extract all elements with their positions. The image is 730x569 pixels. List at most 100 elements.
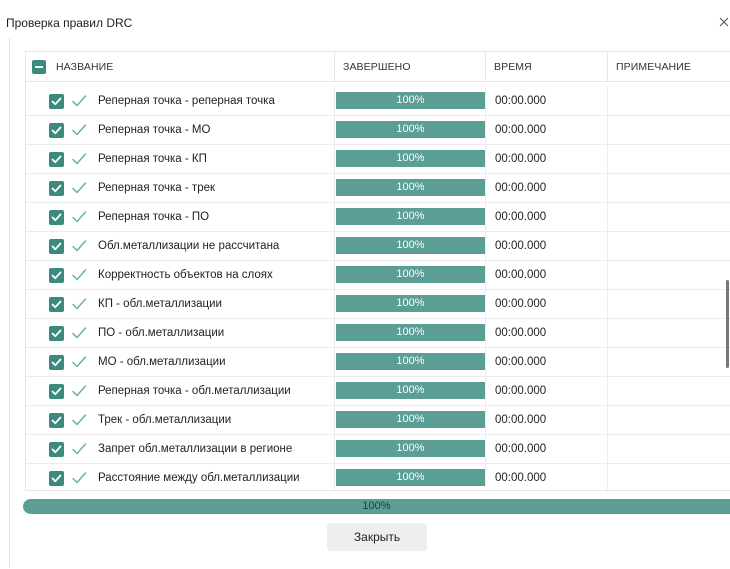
rule-progress-bar: 100% [336, 353, 485, 370]
rule-progress-label: 100% [396, 326, 425, 338]
rules-table: НАЗВАНИЕ ЗАВЕРШЕНО ВРЕМЯ ПРИМЕЧАНИЕ Репе… [25, 51, 730, 491]
rule-time: 00:00.000 [495, 414, 547, 426]
rule-progress-bar: 100% [336, 295, 485, 312]
column-separator [334, 116, 335, 145]
table-row[interactable]: Реперная точка - трек 100% 00:00.000 [26, 174, 730, 203]
success-check-icon [71, 180, 87, 196]
success-check-icon [71, 383, 87, 399]
rule-time: 00:00.000 [495, 385, 547, 397]
checkbox-checked-icon[interactable] [49, 152, 64, 167]
rule-time: 00:00.000 [495, 356, 547, 368]
rule-progress-bar: 100% [336, 469, 485, 486]
checkbox-checked-icon[interactable] [49, 471, 64, 486]
success-check-icon [71, 93, 87, 109]
rule-time: 00:00.000 [495, 443, 547, 455]
rule-progress-bar: 100% [336, 382, 485, 399]
checkbox-checked-icon[interactable] [49, 355, 64, 370]
rule-progress-label: 100% [396, 152, 425, 164]
table-row[interactable]: Расстояние между обл.металлизации 100% 00:… [26, 464, 730, 490]
success-check-icon [71, 151, 87, 167]
rule-name: Запрет обл.металлизации в регионе [98, 443, 293, 455]
column-separator [607, 348, 608, 377]
column-header-note[interactable]: ПРИМЕЧАНИЕ [616, 52, 691, 82]
rule-progress-bar: 100% [336, 92, 485, 109]
checkbox-checked-icon[interactable] [49, 442, 64, 457]
rule-progress-bar: 100% [336, 179, 485, 196]
table-row[interactable]: Реперная точка - КП 100% 00:00.000 [26, 145, 730, 174]
rule-name: ПО - обл.металлизации [98, 327, 225, 339]
checkbox-checked-icon[interactable] [49, 297, 64, 312]
column-header-time[interactable]: ВРЕМЯ [494, 52, 532, 82]
column-separator [607, 232, 608, 261]
overall-progress-bar: 100% [23, 499, 730, 514]
rule-progress-bar: 100% [336, 324, 485, 341]
rule-progress-label: 100% [396, 442, 425, 454]
rule-time: 00:00.000 [495, 472, 547, 484]
table-row[interactable]: Реперная точка - обл.металлизации 100% 00:… [26, 377, 730, 406]
drc-dialog: Проверка правил DRC НАЗВАНИЕ ЗАВЕРШЕНО В… [0, 0, 730, 569]
table-row[interactable]: Запрет обл.металлизации в регионе 100% 00:… [26, 435, 730, 464]
column-separator [485, 174, 486, 203]
column-header-completed[interactable]: ЗАВЕРШЕНО [343, 52, 411, 82]
checkbox-checked-icon[interactable] [49, 181, 64, 196]
collapse-minus-icon[interactable] [32, 60, 46, 74]
rule-progress-label: 100% [396, 297, 425, 309]
rule-name: Реперная точка - реперная точка [98, 95, 275, 107]
success-check-icon [71, 267, 87, 283]
table-row[interactable]: Трек - обл.металлизации 100% 00:00.000 [26, 406, 730, 435]
rule-progress-label: 100% [396, 471, 425, 483]
rule-name: Обл.металлизации не рассчитана [98, 240, 280, 252]
checkbox-checked-icon[interactable] [49, 210, 64, 225]
table-row[interactable]: Реперная точка - МО 100% 00:00.000 [26, 116, 730, 145]
rule-name: Трек - обл.металлизации [98, 414, 232, 426]
rule-progress-label: 100% [396, 413, 425, 425]
rule-name: Реперная точка - обл.металлизации [98, 385, 291, 397]
table-row[interactable]: МО - обл.металлизации 100% 00:00.000 [26, 348, 730, 377]
rule-progress-label: 100% [396, 384, 425, 396]
rule-time: 00:00.000 [495, 182, 547, 194]
checkbox-checked-icon[interactable] [49, 239, 64, 254]
table-row[interactable]: Реперная точка - ПО 100% 00:00.000 [26, 203, 730, 232]
close-icon[interactable] [716, 13, 730, 31]
column-separator [334, 261, 335, 290]
column-header-name[interactable]: НАЗВАНИЕ [56, 52, 113, 82]
rule-name: Реперная точка - ПО [98, 211, 210, 223]
column-separator [485, 87, 486, 116]
rule-time: 00:00.000 [495, 153, 547, 165]
checkbox-checked-icon[interactable] [49, 123, 64, 138]
rule-name: Реперная точка - МО [98, 124, 211, 136]
column-separator [334, 145, 335, 174]
rule-name: Реперная точка - КП [98, 153, 207, 165]
table-row[interactable]: Обл.металлизации не рассчитана 100% 00:00.… [26, 232, 730, 261]
column-separator [607, 203, 608, 232]
column-separator [485, 377, 486, 406]
column-separator [607, 319, 608, 348]
table-row[interactable]: Реперная точка - реперная точка 100% 00:00… [26, 87, 730, 116]
checkbox-checked-icon[interactable] [49, 326, 64, 341]
rule-time: 00:00.000 [495, 95, 547, 107]
table-row[interactable]: Корректность объектов на слоях 100% 00:00.… [26, 261, 730, 290]
column-separator [485, 203, 486, 232]
checkbox-checked-icon[interactable] [49, 413, 64, 428]
checkbox-checked-icon[interactable] [49, 384, 64, 399]
column-separator [607, 406, 608, 435]
table-row[interactable]: КП - обл.металлизации 100% 00:00.000 [26, 290, 730, 319]
column-separator [334, 290, 335, 319]
column-separator [607, 87, 608, 116]
checkbox-checked-icon[interactable] [49, 94, 64, 109]
table-row[interactable]: ПО - обл.металлизации 100% 00:00.000 [26, 319, 730, 348]
rule-time: 00:00.000 [495, 327, 547, 339]
rule-progress-bar: 100% [336, 411, 485, 428]
close-button[interactable]: Закрыть [327, 523, 427, 551]
rule-time: 00:00.000 [495, 211, 547, 223]
column-separator [607, 464, 608, 490]
success-check-icon [71, 325, 87, 341]
checkbox-checked-icon[interactable] [49, 268, 64, 283]
dialog-title: Проверка правил DRC [6, 16, 133, 30]
column-separator [334, 406, 335, 435]
rule-time: 00:00.000 [495, 124, 547, 136]
vertical-scrollbar[interactable] [726, 280, 729, 368]
column-separator [607, 377, 608, 406]
rule-progress-bar: 100% [336, 150, 485, 167]
table-header: НАЗВАНИЕ ЗАВЕРШЕНО ВРЕМЯ ПРИМЕЧАНИЕ [26, 52, 730, 82]
